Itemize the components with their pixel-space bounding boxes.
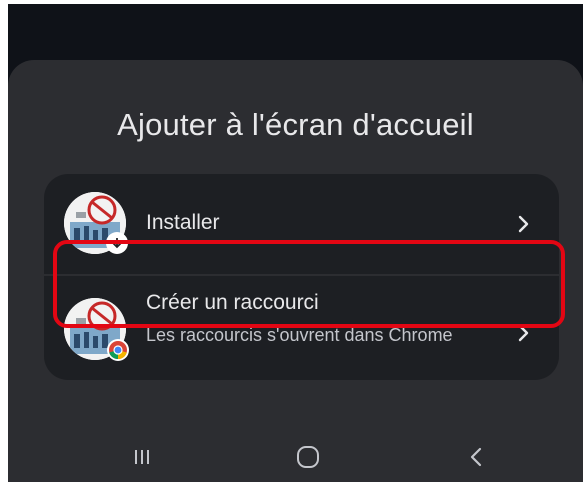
download-arrow-icon	[106, 232, 128, 254]
sheet-title: Ajouter à l'écran d'accueil	[117, 107, 474, 142]
create-shortcut-label: Créer un raccourci	[146, 291, 319, 314]
create-shortcut-subtitle: Les raccourcis s'ouvrent dans Chrome	[146, 325, 453, 345]
chevron-right-icon	[517, 323, 531, 343]
options-card: Installer Créer un raccourci Les raccour…	[44, 174, 559, 380]
add-to-home-bottom-sheet: Ajouter à l'écran d'accueil Installer Cr…	[8, 60, 583, 482]
back-icon[interactable]	[456, 442, 496, 472]
home-icon[interactable]	[288, 442, 328, 472]
chevron-right-icon	[517, 214, 531, 234]
recents-icon[interactable]	[122, 442, 162, 472]
create-shortcut-option[interactable]: Créer un raccourci Les raccourcis s'ouvr…	[44, 276, 559, 380]
system-navigation-bar	[8, 432, 583, 482]
install-option[interactable]: Installer	[44, 174, 559, 274]
phone-screen: Ajouter à l'écran d'accueil Installer Cr…	[8, 4, 583, 482]
install-label: Installer	[146, 211, 220, 234]
chrome-icon	[107, 339, 129, 361]
